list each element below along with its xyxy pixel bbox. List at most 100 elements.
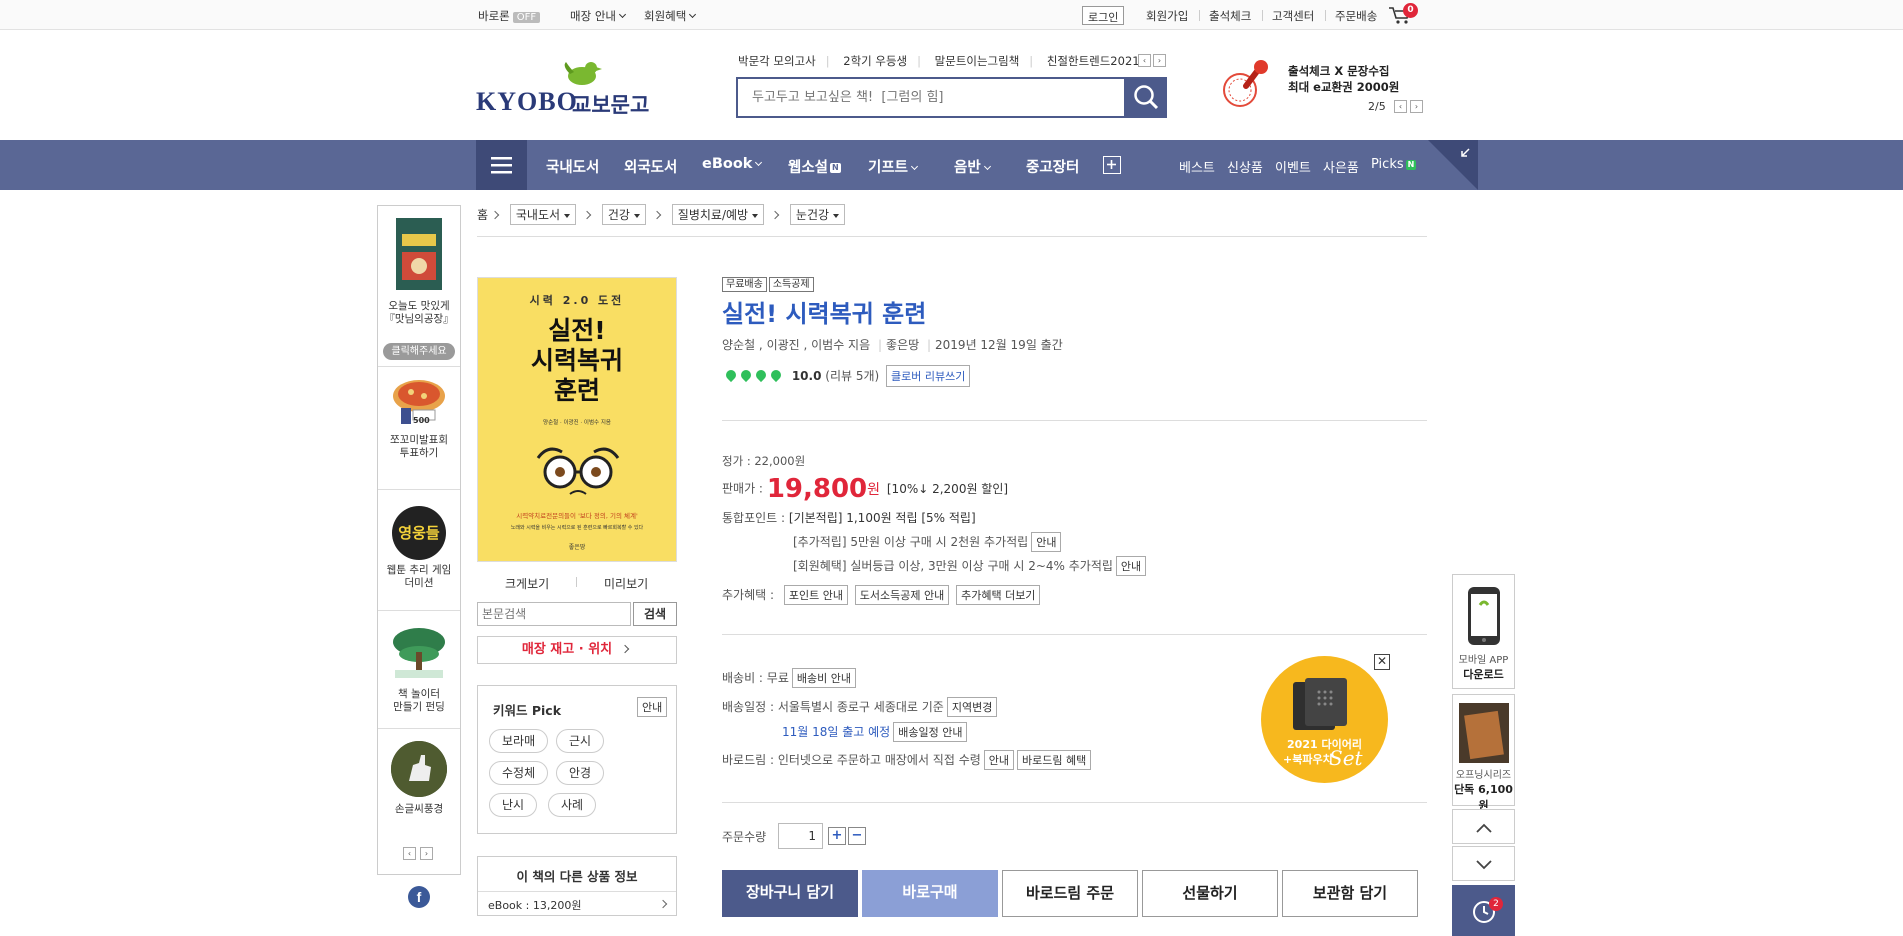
keyword-chip[interactable]: 사례 <box>548 793 597 817</box>
authors-link[interactable]: 양순철 , 이광진 , 이범수 지음 <box>722 338 870 352</box>
gnb-best[interactable]: 베스트 <box>1179 157 1215 176</box>
book-cover[interactable]: 시력 2.0 도전 실전! 시력복귀 훈련 양순철 · 이광진 · 이범수 지음… <box>477 277 677 562</box>
hotword[interactable]: 말문트이는그림책 <box>935 54 1020 68</box>
stamp-icon[interactable] <box>1218 56 1274 112</box>
shipping-schedule-guide-button[interactable]: 배송일정 안내 <box>893 722 968 742</box>
all-menu-button[interactable] <box>476 140 527 190</box>
preview-link[interactable]: 미리보기 <box>604 575 648 592</box>
scroll-bottom-button[interactable] <box>1452 846 1515 881</box>
keyword-chip[interactable]: 보라매 <box>489 729 549 753</box>
review-count[interactable]: (리뷰 5개) <box>825 369 879 383</box>
ebook-link[interactable]: eBook : 13,200원 <box>488 897 581 913</box>
attendance-promo[interactable]: 출석체크 X 문장수집 최대 e교환권 2000원 <box>1288 63 1399 95</box>
divider <box>722 802 1427 803</box>
close-icon[interactable]: ✕ <box>1374 654 1390 670</box>
hotword[interactable]: 2학기 우등생 <box>843 54 907 68</box>
search-button[interactable] <box>1126 77 1167 118</box>
diary-promo-banner[interactable]: 2021 다이어리 +북파우치 Set <box>1261 656 1388 783</box>
keyword-chip[interactable]: 난시 <box>489 793 538 817</box>
more-benefits-button[interactable]: 추가혜택 더보기 <box>956 585 1041 605</box>
join-link[interactable]: 회원가입 <box>1146 8 1188 24</box>
gnb-gift[interactable]: 기프트 <box>868 156 919 177</box>
write-review-button[interactable]: 클로버 리뷰쓰기 <box>886 365 971 387</box>
keyword-guide-button[interactable]: 안내 <box>637 697 668 717</box>
add-to-wishlist-button[interactable]: 보관함 담기 <box>1282 870 1418 917</box>
baroreturn-toggle[interactable]: 바로론 OFF <box>478 8 541 24</box>
sidebar-item-vote[interactable]: 500 쪼꼬미발표회 투표하기 <box>378 376 460 460</box>
store-info-menu[interactable]: 매장 안내 <box>570 8 627 24</box>
gnb-domestic-books[interactable]: 국내도서 <box>546 156 599 177</box>
barodrim-benefit-button[interactable]: 바로드림 혜택 <box>1017 750 1092 770</box>
attendance-link[interactable]: 출석체크 <box>1209 8 1251 24</box>
click-please-button[interactable]: 클릭해주세요 <box>383 343 455 360</box>
sidebar-item-tasty[interactable]: 오늘도 맛있게 『맛님의공장』 <box>378 216 460 326</box>
kyobo-logo[interactable]: KYOBO 교보문고 <box>476 60 652 117</box>
quantity-plus-button[interactable]: + <box>828 827 846 845</box>
promo-prev-button[interactable]: ‹ <box>1394 100 1407 113</box>
gift-button[interactable]: 선물하기 <box>1142 870 1278 917</box>
gnb-event[interactable]: 이벤트 <box>1275 157 1311 176</box>
gnb-webnovel[interactable]: 웹소설 N <box>788 156 841 177</box>
sidebar-prev-button[interactable]: ‹ <box>403 847 416 860</box>
gnb-music[interactable]: 음반 <box>954 156 991 177</box>
buy-now-button[interactable]: 바로구매 <box>862 870 998 917</box>
promo-next-button[interactable]: › <box>1410 100 1423 113</box>
gnb-gifts[interactable]: 사은품 <box>1323 157 1359 176</box>
hotword[interactable]: 박문각 모의고사 <box>738 54 816 68</box>
point-extra-guide-button[interactable]: 안내 <box>1031 532 1062 552</box>
mobile-app-banner[interactable]: 모바일 APP 다운로드 <box>1452 574 1515 689</box>
breadcrumb-select[interactable]: 건강 <box>601 204 646 225</box>
cart-icon[interactable]: 0 <box>1388 3 1418 25</box>
point-member-guide-button[interactable]: 안내 <box>1115 556 1147 576</box>
keyword-chip[interactable]: 수정체 <box>489 761 549 785</box>
barodrim-order-button[interactable]: 바로드림 주문 <box>1002 870 1138 917</box>
gnb-new[interactable]: 신상품 <box>1227 157 1263 176</box>
hotword-prev-button[interactable]: ‹ <box>1138 54 1151 67</box>
order-delivery-link[interactable]: 주문배송 <box>1335 8 1377 24</box>
sidebar-item-handwriting[interactable]: 손글씨풍경 <box>378 741 460 816</box>
gnb-ebook[interactable]: eBook <box>702 156 763 172</box>
recent-view-button[interactable]: 2 <box>1452 885 1515 936</box>
gnb-corner-fold-icon[interactable] <box>1428 140 1478 190</box>
breadcrumb-home[interactable]: 홈 <box>477 208 488 222</box>
sidebar-next-button[interactable]: › <box>420 847 433 860</box>
gnb-used-market[interactable]: 중고장터 <box>1026 156 1079 177</box>
tax-deduction-guide-button[interactable]: 도서소득공제 안내 <box>854 585 950 605</box>
barodrim-guide-button[interactable]: 안내 <box>983 750 1015 770</box>
content-search-input[interactable] <box>477 602 631 626</box>
member-benefit-menu[interactable]: 회원혜택 <box>644 8 697 24</box>
publisher-link[interactable]: 좋은땅 <box>886 338 919 352</box>
hotword[interactable]: 친절한트렌드2021 <box>1047 54 1140 68</box>
sidebar-item-webtoon-game[interactable]: 영웅들 웹툰 추리 게임 더미션 <box>378 506 460 590</box>
customer-center-link[interactable]: 고객센터 <box>1272 8 1314 24</box>
add-to-cart-button[interactable]: 장바구니 담기 <box>722 870 858 917</box>
gnb-foreign-books[interactable]: 외국도서 <box>624 156 677 177</box>
store-stock-button[interactable]: 매장 재고 · 위치 <box>477 636 677 664</box>
webtoon-badge: 영웅들 <box>392 506 446 560</box>
divider <box>477 236 1427 237</box>
point-guide-button[interactable]: 포인트 안내 <box>783 585 848 605</box>
point-label: 통합포인트 : <box>722 511 786 525</box>
quantity-minus-button[interactable]: − <box>848 827 866 845</box>
facebook-icon[interactable]: f <box>408 886 430 908</box>
breadcrumb-select[interactable]: 국내도서 <box>509 204 577 225</box>
breadcrumb-select[interactable]: 질병치료/예방 <box>671 204 765 225</box>
keyword-chip[interactable]: 안경 <box>556 761 605 785</box>
openings-banner[interactable]: 오프닝시리즈 단독 6,100원 <box>1452 694 1515 812</box>
add-menu-icon[interactable] <box>1103 156 1121 174</box>
search-input[interactable] <box>738 79 1124 116</box>
shipping-fee-guide-button[interactable]: 배송비 안내 <box>791 668 856 688</box>
hotword-next-button[interactable]: › <box>1153 54 1166 67</box>
login-button[interactable]: 로그인 <box>1082 6 1125 25</box>
keyword-chip[interactable]: 근시 <box>556 729 605 753</box>
change-region-button[interactable]: 지역변경 <box>946 697 998 717</box>
divider <box>1199 10 1200 21</box>
zoom-link[interactable]: 크게보기 <box>505 575 549 592</box>
content-search-button[interactable]: 검색 <box>633 602 677 626</box>
sidebar-item-book-playground[interactable]: 책 놀이터 만들기 펀딩 <box>378 624 460 714</box>
breadcrumb-select[interactable]: 눈건강 <box>789 204 846 225</box>
extra-benefit-label: 추가혜택 : <box>722 588 775 602</box>
quantity-input[interactable]: 1 <box>778 823 823 849</box>
gnb-picks[interactable]: Picks N <box>1371 157 1417 172</box>
scroll-top-button[interactable] <box>1452 809 1515 844</box>
